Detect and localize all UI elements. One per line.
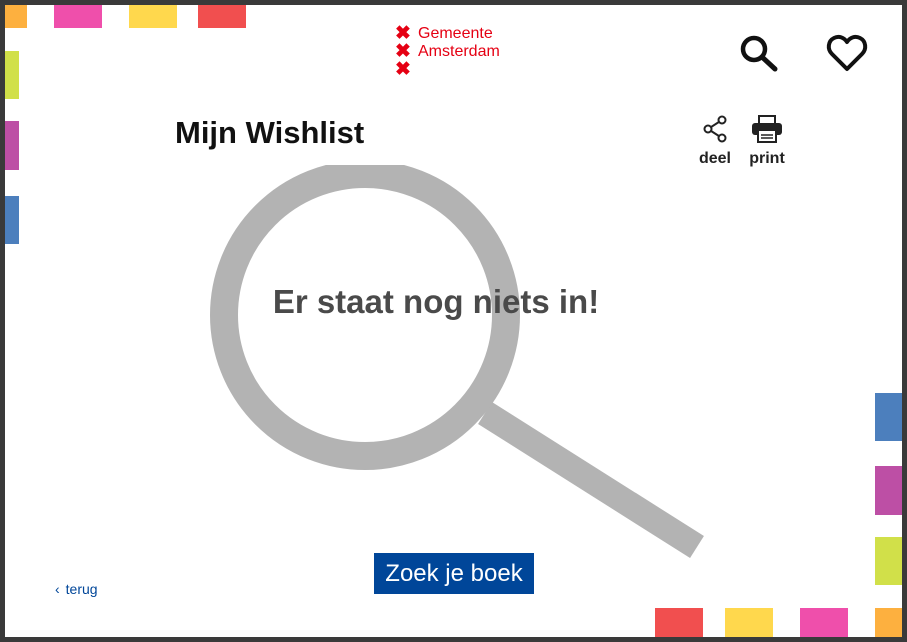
printer-icon bbox=[752, 115, 782, 143]
empty-wishlist-message: Er staat nog niets in! bbox=[272, 283, 600, 320]
andreas-crosses: ✖ ✖ ✖ bbox=[395, 24, 413, 80]
deco-block-yellow-bottom bbox=[725, 608, 773, 637]
search-icon bbox=[740, 35, 778, 72]
page-canvas: ✖ ✖ ✖ Gemeente Amsterdam Mijn Wishlist d… bbox=[5, 5, 902, 637]
logo-line-2: Amsterdam bbox=[418, 43, 500, 60]
deco-block-pink-top bbox=[54, 5, 102, 28]
deco-block-orange-top bbox=[5, 5, 27, 28]
search-book-button[interactable]: Zoek je boek bbox=[374, 553, 534, 594]
deco-block-yellow-top bbox=[129, 5, 177, 28]
back-label: terug bbox=[65, 581, 98, 597]
share-button[interactable]: deel bbox=[695, 115, 735, 168]
deco-block-lime-right bbox=[875, 537, 902, 585]
print-button[interactable]: print bbox=[747, 115, 787, 168]
logo-line-1: Gemeente bbox=[418, 25, 493, 42]
deco-block-pink-bottom bbox=[800, 608, 848, 637]
deco-block-blue-right bbox=[875, 393, 902, 441]
print-label: print bbox=[749, 150, 785, 167]
cross-icon: ✖ bbox=[395, 59, 411, 80]
deco-block-magenta-left bbox=[5, 121, 19, 170]
magnifier-illustration bbox=[210, 165, 704, 558]
wishlist-button[interactable] bbox=[826, 33, 868, 73]
deco-block-blue-left bbox=[5, 196, 19, 244]
deco-block-lime-left bbox=[5, 51, 19, 99]
share-icon bbox=[703, 115, 727, 143]
deco-block-orange-bottom bbox=[875, 608, 902, 637]
page-title: Mijn Wishlist bbox=[175, 115, 365, 150]
heart-icon bbox=[826, 34, 868, 71]
deco-block-red-bottom bbox=[655, 608, 703, 637]
deco-block-magenta-right bbox=[875, 466, 902, 515]
deco-block-red-top bbox=[198, 5, 246, 28]
back-link[interactable]: ‹ terug bbox=[55, 581, 98, 597]
search-button[interactable] bbox=[739, 34, 779, 74]
chevron-left-icon: ‹ bbox=[55, 581, 60, 597]
